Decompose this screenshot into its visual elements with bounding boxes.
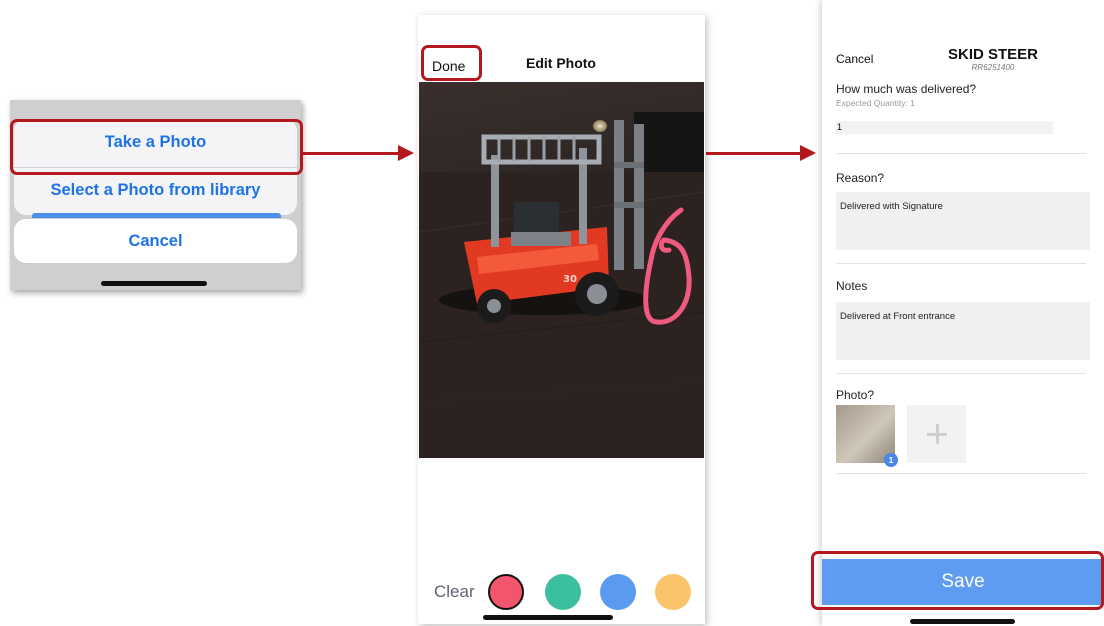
divider <box>836 473 1086 474</box>
divider <box>836 373 1086 374</box>
delivered-question: How much was delivered? <box>836 82 977 96</box>
color-swatch-red[interactable] <box>488 574 524 610</box>
done-highlight <box>421 45 482 81</box>
forklift-photo: 30 <box>419 112 704 458</box>
forklift-number: 30 <box>563 274 577 285</box>
notes-label: Notes <box>836 279 868 293</box>
plus-icon-vertical <box>935 424 939 444</box>
cancel-link[interactable]: Cancel <box>836 52 873 66</box>
reason-field[interactable]: Delivered with Signature <box>836 192 1090 250</box>
home-indicator <box>910 619 1015 624</box>
photo-count-badge: 1 <box>884 453 898 467</box>
photo-label: Photo? <box>836 388 875 402</box>
edit-photo-screen: Done Edit Photo 30 Clear <box>418 15 705 624</box>
reason-label: Reason? <box>836 171 885 185</box>
home-indicator <box>483 615 613 620</box>
select-library-button[interactable]: Select a Photo from library <box>14 168 297 215</box>
photo-canvas[interactable]: 30 <box>419 82 704 458</box>
home-indicator <box>101 281 207 286</box>
color-swatch-blue[interactable] <box>600 574 636 610</box>
color-swatch-yellow[interactable] <box>655 574 691 610</box>
divider <box>836 153 1086 154</box>
divider <box>836 263 1086 264</box>
arrow-line <box>303 152 400 155</box>
page-title: SKID STEER <box>947 46 1038 63</box>
color-swatch-teal[interactable] <box>545 574 581 610</box>
page-subtitle: RR6251400 <box>971 63 1015 72</box>
selection-indicator <box>32 213 281 218</box>
add-photo-button[interactable] <box>907 405 966 463</box>
arrow-line <box>706 152 802 155</box>
arrow-right-icon <box>800 145 816 161</box>
notes-field[interactable]: Delivered at Front entrance <box>836 302 1090 360</box>
clear-button[interactable]: Clear <box>434 582 475 602</box>
quantity-input[interactable]: 1 <box>836 121 1053 134</box>
delivery-form-screen: Cancel SKID STEER RR6251400 How much was… <box>822 0 1104 626</box>
expected-quantity: Expected Quantity: 1 <box>836 98 915 108</box>
arrow-right-icon <box>398 145 414 161</box>
page-title: Edit Photo <box>526 55 596 71</box>
take-photo-highlight <box>10 119 303 175</box>
save-highlight <box>811 551 1104 610</box>
cancel-button[interactable]: Cancel <box>14 219 297 263</box>
